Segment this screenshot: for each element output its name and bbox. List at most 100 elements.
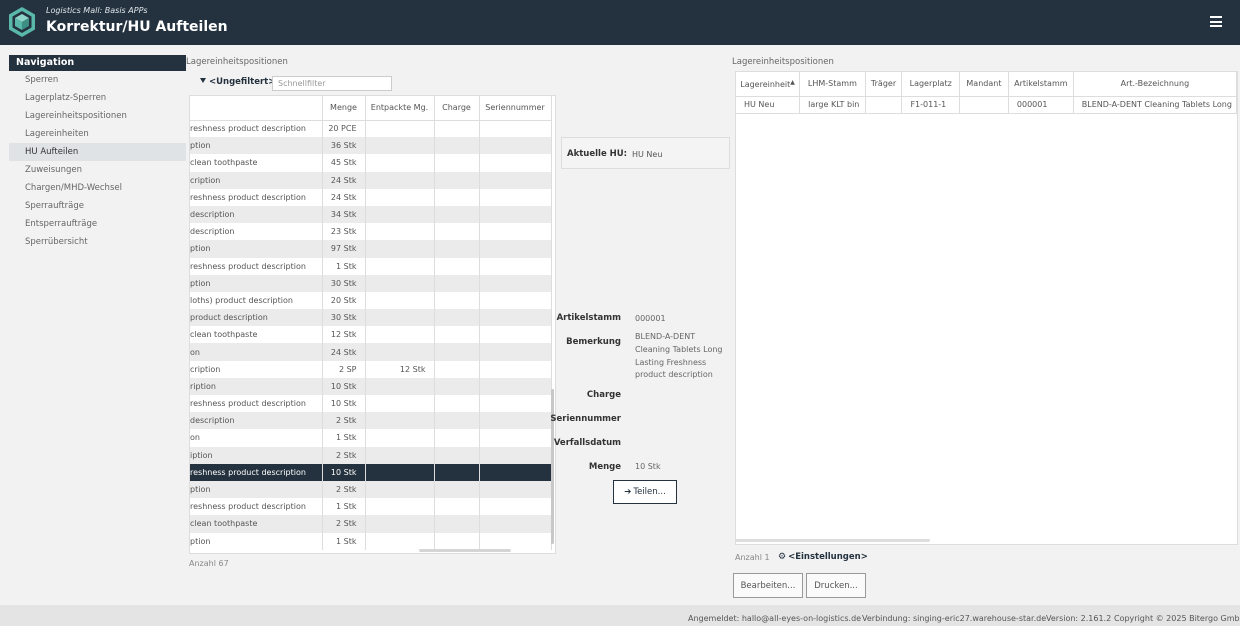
table-cell: reshness product description xyxy=(190,120,323,138)
table-cell xyxy=(479,429,552,447)
table-cell: 30 Stk xyxy=(322,274,366,292)
table-cell: ption xyxy=(190,240,323,258)
table-row[interactable]: description 2 Stk xyxy=(190,412,552,430)
table-cell xyxy=(434,395,480,413)
table-row[interactable]: reshness product description 1 Stk xyxy=(190,257,552,275)
left-count: Anzahl 67 xyxy=(189,559,229,568)
table-cell xyxy=(479,309,552,327)
verfallsdatum-label: Verfallsdatum xyxy=(553,438,621,448)
table-row[interactable]: loths) product description 20 Stk xyxy=(190,291,552,310)
left-panel-title: Lagereinheitspositionen xyxy=(186,57,288,67)
sidebar-item-lagereinheiten[interactable]: Lagereinheiten xyxy=(9,125,186,143)
table-row[interactable]: reshness product description 10 Stk xyxy=(190,395,552,413)
table-cell: 1 Stk xyxy=(322,498,366,516)
table-cell xyxy=(365,205,435,224)
table-row[interactable]: on 1 Stk xyxy=(190,429,552,447)
table-row[interactable]: ription 10 Stk xyxy=(190,377,552,395)
table-row[interactable]: description 34 Stk xyxy=(190,205,552,224)
hamburger-menu-icon[interactable] xyxy=(1210,16,1222,27)
filter-toggle-button[interactable]: <Ungefiltert> xyxy=(200,77,275,87)
table-row[interactable]: HU Neu large KLT bin F1-011-1 000001 BLEND-A… xyxy=(736,96,1237,114)
print-button[interactable]: Drucken... xyxy=(806,573,866,598)
table-cell xyxy=(365,446,435,464)
table-cell: ption xyxy=(190,274,323,292)
logged-in-user: Angemeldet: hallo@all-eyes-on-logistics.… xyxy=(688,614,862,623)
table-cell: loths) product description xyxy=(190,291,323,310)
current-hu-label: Aktuelle HU: xyxy=(567,149,628,159)
table-row[interactable]: clean toothpaste 12 Stk xyxy=(190,326,552,344)
column-header[interactable]: Charge xyxy=(434,96,480,121)
column-header[interactable]: LHM-Stamm xyxy=(799,72,866,97)
table-cell: 2 Stk xyxy=(322,515,366,533)
table-row[interactable]: ption 97 Stk xyxy=(190,240,552,258)
sidebar-item-chargen-mhd-wechsel[interactable]: Chargen/MHD-Wechsel xyxy=(9,179,186,197)
edit-button[interactable]: Bearbeiten... xyxy=(733,573,803,598)
column-header[interactable]: Mandant xyxy=(959,72,1009,97)
sidebar-item-sperr-bersicht[interactable]: Sperrübersicht xyxy=(9,233,186,251)
table-row[interactable]: reshness product description 20 PCE xyxy=(190,120,552,138)
bemerkung-label: Bemerkung xyxy=(566,337,621,347)
table-row[interactable]: ption 2 Stk xyxy=(190,480,552,499)
column-header[interactable]: Lagereinheit▲ xyxy=(736,72,801,97)
table-cell xyxy=(434,291,480,310)
sidebar-item-entsperrauftr-ge[interactable]: Entsperraufträge xyxy=(9,215,186,233)
vertical-scrollbar[interactable] xyxy=(551,389,554,544)
table-row[interactable]: reshness product description 10 Stk xyxy=(190,463,552,481)
table-cell: 2 Stk xyxy=(322,446,366,464)
table-row[interactable]: product description 30 Stk xyxy=(190,309,552,327)
table-row[interactable]: reshness product description 1 Stk xyxy=(190,498,552,516)
column-header[interactable] xyxy=(190,96,323,121)
column-header[interactable]: Menge xyxy=(322,96,366,121)
table-row[interactable]: ption 36 Stk xyxy=(190,137,552,155)
split-button[interactable]: ➔ Teilen... xyxy=(613,480,677,504)
table-cell xyxy=(434,257,480,275)
column-header[interactable]: Seriennummer xyxy=(479,96,552,121)
table-row[interactable]: ption 30 Stk xyxy=(190,274,552,292)
sidebar-item-lagerplatz-sperren[interactable]: Lagerplatz-Sperren xyxy=(9,89,186,107)
table-row[interactable]: clean toothpaste 2 Stk xyxy=(190,515,552,533)
table-cell: 12 Stk xyxy=(322,326,366,344)
table-cell: on xyxy=(190,429,323,447)
table-cell: on xyxy=(190,343,323,361)
right-horizontal-scrollbar[interactable] xyxy=(735,539,930,542)
table-cell: reshness product description xyxy=(190,498,323,516)
sidebar-item-hu-aufteilen[interactable]: HU Aufteilen xyxy=(9,143,186,161)
table-cell: 10 Stk xyxy=(322,395,366,413)
bemerkung-value: BLEND-A-DENT Cleaning Tablets Long Lasti… xyxy=(635,332,723,380)
table-row[interactable]: cription 2 SP 12 Stk xyxy=(190,360,552,378)
table-cell: 1 Stk xyxy=(322,429,366,447)
table-row[interactable]: cription 24 Stk xyxy=(190,171,552,189)
current-hu-box: Aktuelle HU: HU Neu xyxy=(561,137,730,169)
column-header[interactable]: Lagerplatz xyxy=(901,72,960,97)
sidebar-item-sperrauftr-ge[interactable]: Sperraufträge xyxy=(9,197,186,215)
table-cell xyxy=(479,223,552,241)
table-cell: 2 Stk xyxy=(322,480,366,499)
horizontal-scrollbar[interactable] xyxy=(419,549,511,552)
table-cell: clean toothpaste xyxy=(190,326,323,344)
sidebar-item-zuweisungen[interactable]: Zuweisungen xyxy=(9,161,186,179)
table-cell xyxy=(434,326,480,344)
table-row[interactable]: on 24 Stk xyxy=(190,343,552,361)
table-cell xyxy=(479,532,552,550)
column-header[interactable]: Entpackte Mg. xyxy=(365,96,435,121)
table-row[interactable]: ption 1 Stk xyxy=(190,532,552,550)
table-cell: 24 Stk xyxy=(322,343,366,361)
column-header[interactable]: Träger xyxy=(865,72,903,97)
quick-filter-input[interactable] xyxy=(272,76,392,91)
table-row[interactable]: iption 2 Stk xyxy=(190,446,552,464)
settings-button[interactable]: ⚙ <Einstellungen> xyxy=(778,552,868,562)
table-cell xyxy=(479,343,552,361)
table-cell: 2 Stk xyxy=(322,412,366,430)
table-cell xyxy=(479,274,552,292)
column-header[interactable]: Artikelstamm xyxy=(1008,72,1074,97)
sidebar-item-lagereinheitspositionen[interactable]: Lagereinheitspositionen xyxy=(9,107,186,125)
table-cell xyxy=(479,515,552,533)
table-cell: reshness product description xyxy=(190,395,323,413)
nav-title: Navigation xyxy=(9,55,186,71)
table-cell xyxy=(365,480,435,499)
sidebar-item-sperren[interactable]: Sperren xyxy=(9,71,186,89)
table-row[interactable]: reshness product description 24 Stk xyxy=(190,188,552,206)
table-row[interactable]: description 23 Stk xyxy=(190,223,552,241)
table-row[interactable]: clean toothpaste 45 Stk xyxy=(190,154,552,172)
column-header[interactable]: Art.-Bezeichnung xyxy=(1073,72,1237,97)
